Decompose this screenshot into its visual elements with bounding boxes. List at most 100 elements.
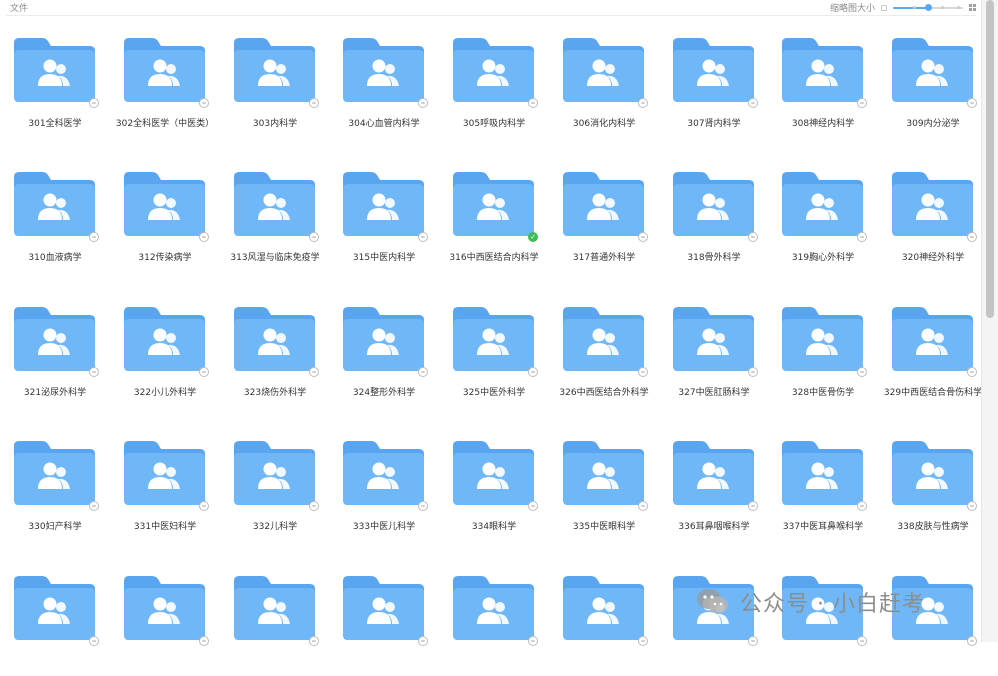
folder-people-icon[interactable] (14, 307, 95, 371)
folder-item[interactable] (329, 576, 439, 676)
folder-people-icon[interactable] (343, 172, 424, 236)
folder-item[interactable] (220, 576, 330, 676)
folder-people-icon[interactable] (343, 441, 424, 505)
folder-item[interactable]: 335中医眼科学 (549, 441, 659, 541)
folder-people-icon[interactable] (14, 441, 95, 505)
cloud-icon (418, 501, 428, 511)
cloud-icon (528, 636, 538, 646)
folder-people-icon[interactable] (14, 576, 95, 640)
folder-item[interactable]: 308神经内科学 (768, 38, 878, 138)
folder-people-icon[interactable] (782, 172, 863, 236)
folder-people-icon[interactable] (234, 172, 315, 236)
folder-people-icon[interactable] (892, 38, 973, 102)
folder-item[interactable]: 315中医内科学 (329, 172, 439, 272)
folder-people-icon[interactable] (234, 307, 315, 371)
folder-item[interactable]: 336耳鼻咽喉科学 (659, 441, 769, 541)
folder-item[interactable]: 327中医肛肠科学 (659, 307, 769, 407)
folder-item[interactable]: 302全科医学（中医类） (110, 38, 220, 138)
folder-item[interactable]: 334眼科学 (439, 441, 549, 541)
folder-item[interactable]: 324整形外科学 (329, 307, 439, 407)
folder-item[interactable]: 301全科医学 (0, 38, 110, 138)
folder-item[interactable]: 333中医儿科学 (329, 441, 439, 541)
folder-item[interactable]: 310血液病学 (0, 172, 110, 272)
folder-item[interactable]: 328中医骨伤学 (768, 307, 878, 407)
folder-item[interactable]: 330妇产科学 (0, 441, 110, 541)
folder-item[interactable]: 338皮肤与性病学 (878, 441, 988, 541)
folder-item[interactable]: 323烧伤外科学 (220, 307, 330, 407)
folder-people-icon[interactable] (124, 576, 205, 640)
folder-people-icon[interactable] (124, 172, 205, 236)
folder-people-icon[interactable] (124, 441, 205, 505)
folder-people-icon[interactable] (453, 576, 534, 640)
cloud-icon (748, 98, 758, 108)
folder-item[interactable]: 309内分泌学 (878, 38, 988, 138)
folder-people-icon[interactable] (673, 307, 754, 371)
folder-label: 309内分泌学 (906, 119, 960, 129)
watermark: 公众号 · 小白赶考 (696, 585, 925, 619)
folder-item[interactable]: 305呼吸内科学 (439, 38, 549, 138)
folder-item[interactable]: 322小儿外科学 (110, 307, 220, 407)
folder-item[interactable]: 304心血管内科学 (329, 38, 439, 138)
folder-people-icon[interactable] (343, 307, 424, 371)
cloud-icon (418, 367, 428, 377)
folder-people-icon[interactable] (563, 576, 644, 640)
folder-item[interactable]: 318骨外科学 (659, 172, 769, 272)
folder-item[interactable]: 313风湿与临床免疫学 (220, 172, 330, 272)
folder-item[interactable] (549, 576, 659, 676)
cloud-icon (309, 501, 319, 511)
folder-item[interactable]: 317普通外科学 (549, 172, 659, 272)
cloud-icon (967, 501, 977, 511)
folder-people-icon[interactable] (234, 576, 315, 640)
folder-people-icon[interactable] (124, 38, 205, 102)
folder-people-icon[interactable] (563, 307, 644, 371)
folder-people-icon[interactable] (892, 307, 973, 371)
folder-item[interactable]: 325中医外科学 (439, 307, 549, 407)
folder-people-icon[interactable] (453, 38, 534, 102)
folder-item[interactable]: 331中医妇科学 (110, 441, 220, 541)
folder-item[interactable] (110, 576, 220, 676)
folder-item[interactable]: 307肾内科学 (659, 38, 769, 138)
folder-people-icon[interactable] (14, 172, 95, 236)
scrollbar-thumb[interactable] (986, 0, 994, 318)
folder-item[interactable]: 321泌尿外科学 (0, 307, 110, 407)
folder-people-icon[interactable] (782, 38, 863, 102)
folder-people-icon[interactable] (453, 172, 534, 236)
folder-people-icon[interactable] (563, 38, 644, 102)
folder-item[interactable] (0, 576, 110, 676)
cloud-icon (199, 636, 209, 646)
folder-people-icon[interactable] (892, 172, 973, 236)
folder-item[interactable]: 329中西医结合骨伤科学 (878, 307, 988, 407)
cloud-icon (528, 98, 538, 108)
folder-people-icon[interactable] (234, 441, 315, 505)
folder-people-icon[interactable] (453, 307, 534, 371)
cloud-icon (748, 367, 758, 377)
check-circle-icon: ✓ (528, 232, 538, 242)
folder-people-icon[interactable] (892, 441, 973, 505)
folder-item[interactable]: 320神经外科学 (878, 172, 988, 272)
cloud-icon (857, 367, 867, 377)
folder-people-icon[interactable] (563, 172, 644, 236)
folder-item[interactable]: 319胸心外科学 (768, 172, 878, 272)
folder-people-icon[interactable] (343, 576, 424, 640)
folder-people-icon[interactable] (14, 38, 95, 102)
folder-people-icon[interactable] (124, 307, 205, 371)
folder-people-icon[interactable] (673, 38, 754, 102)
folder-people-icon[interactable] (453, 441, 534, 505)
folder-item[interactable]: 312传染病学 (110, 172, 220, 272)
folder-item[interactable]: ✓ 316中西医结合内科学 (439, 172, 549, 272)
cloud-icon (638, 232, 648, 242)
folder-people-icon[interactable] (563, 441, 644, 505)
folder-item[interactable]: 337中医耳鼻喉科学 (768, 441, 878, 541)
folder-people-icon[interactable] (234, 38, 315, 102)
folder-people-icon[interactable] (673, 441, 754, 505)
folder-people-icon[interactable] (782, 441, 863, 505)
folder-item[interactable] (439, 576, 549, 676)
folder-item[interactable]: 326中西医结合外科学 (549, 307, 659, 407)
folder-item[interactable]: 332儿科学 (220, 441, 330, 541)
folder-item[interactable]: 303内科学 (220, 38, 330, 138)
folder-people-icon[interactable] (343, 38, 424, 102)
folder-people-icon[interactable] (782, 307, 863, 371)
vertical-scrollbar[interactable] (981, 0, 998, 642)
folder-people-icon[interactable] (673, 172, 754, 236)
folder-item[interactable]: 306消化内科学 (549, 38, 659, 138)
